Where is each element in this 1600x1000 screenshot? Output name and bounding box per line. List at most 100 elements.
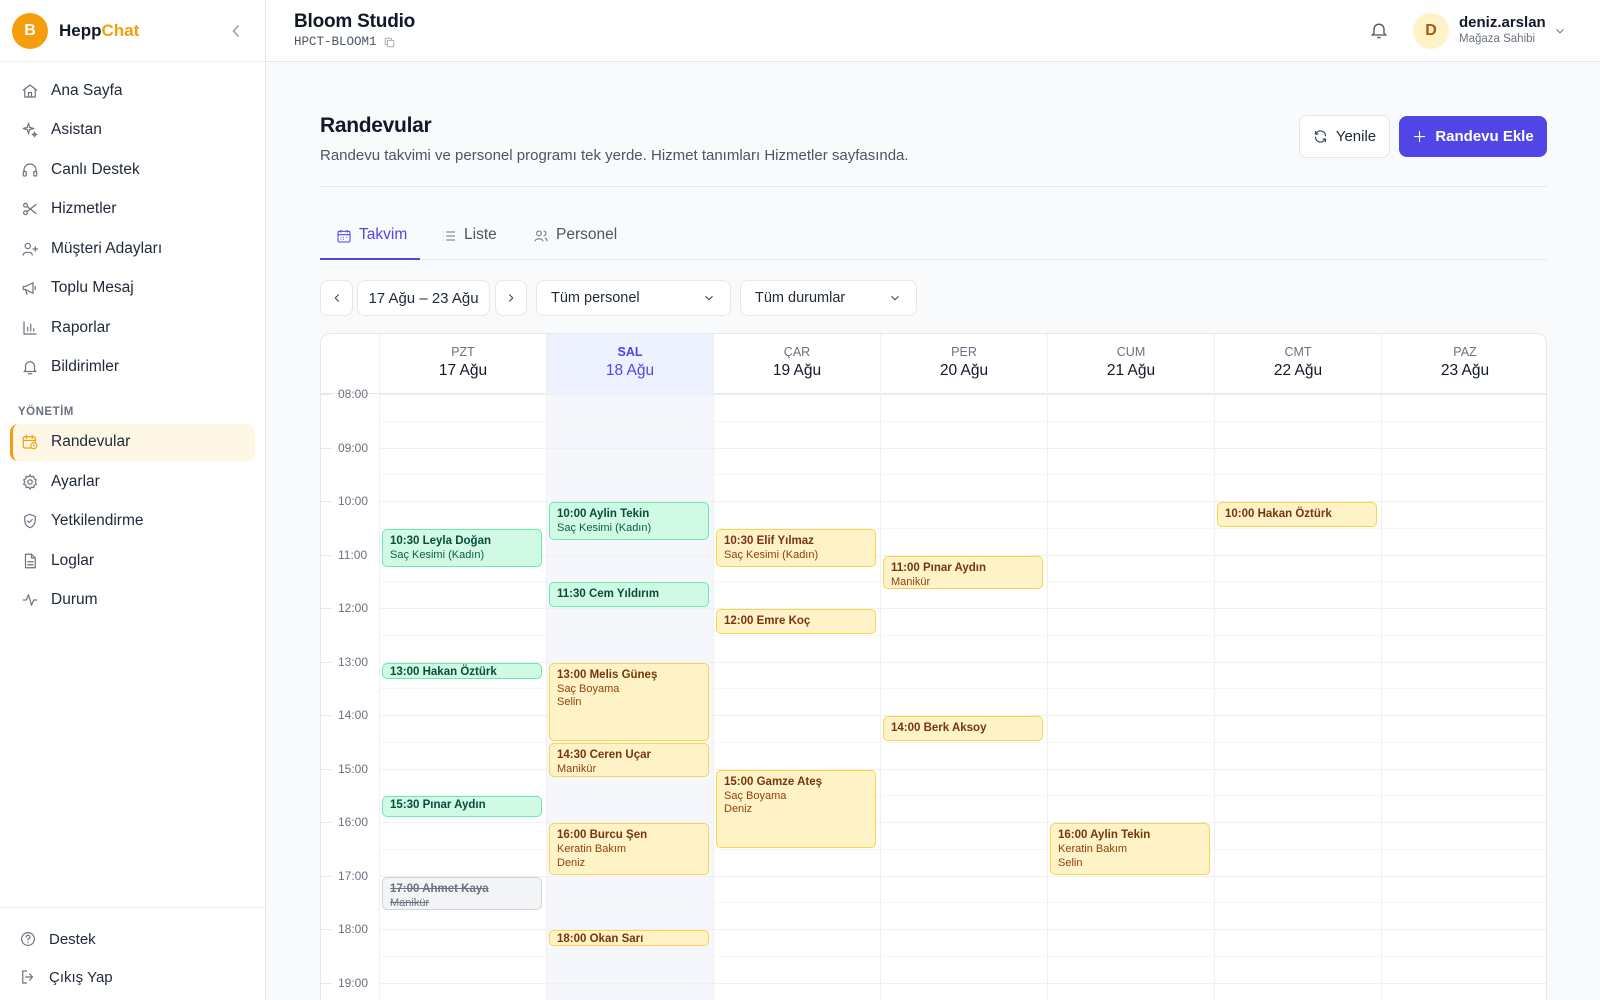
hour-tick — [321, 768, 331, 770]
sidebar-item-bildirimler[interactable]: Bildirimler — [10, 349, 255, 386]
day-header: CMT 22 Ağu — [1214, 334, 1381, 394]
appointment-card[interactable]: 14:30 Ceren Uçar Manikür — [549, 742, 709, 777]
sidebar-item-cikis-yap[interactable]: Çıkış Yap — [10, 960, 255, 994]
add-appointment-button[interactable]: Randevu Ekle — [1399, 116, 1547, 157]
status-filter-select[interactable]: Tüm durumlar — [740, 280, 917, 316]
staff-filter-value: Tüm personel — [551, 290, 640, 306]
appointment-card[interactable]: 12:00 Emre Koç — [716, 609, 876, 634]
day-column[interactable] — [1214, 394, 1381, 1000]
store-name: Bloom Studio — [294, 11, 416, 32]
day-abbr: CUM — [1116, 345, 1146, 359]
next-week-button[interactable] — [495, 280, 527, 316]
appointment-card[interactable]: 13:00 Melis Güneş Saç Boyama Selin — [549, 662, 709, 741]
day-column[interactable] — [1047, 394, 1214, 1000]
sidebar-item-destek[interactable]: Destek — [10, 922, 255, 956]
tab-liste[interactable]: Liste — [441, 222, 497, 260]
day-header: PER 20 Ağu — [880, 334, 1047, 394]
sidebar: B HeppChat Ana Sayfa Asistan Canlı Deste… — [0, 0, 266, 1000]
appointment-title: 10:30 Elif Yılmaz — [724, 534, 814, 547]
day-date: 19 Ağu — [772, 362, 822, 379]
gear-icon — [21, 473, 39, 491]
chevron-right-icon — [508, 294, 514, 302]
sidebar-item-label: Randevular — [51, 433, 131, 450]
list-icon — [443, 231, 455, 241]
sidebar-item-toplu-mesaj[interactable]: Toplu Mesaj — [10, 270, 255, 307]
calendar-icon — [337, 230, 351, 243]
appointment-card[interactable]: 16:00 Aylin Tekin Keratin Bakım Selin — [1050, 823, 1210, 875]
sidebar-item-loglar[interactable]: Loglar — [10, 542, 255, 579]
sidebar-item-ana-sayfa[interactable]: Ana Sayfa — [10, 72, 255, 109]
chevron-left-icon — [232, 25, 239, 37]
appointment-detail: Saç Kesimi (Kadın) — [724, 548, 819, 561]
sidebar-item-label: Müşteri Adayları — [51, 239, 163, 257]
collapse-sidebar-button[interactable] — [229, 22, 243, 40]
tab-takvim[interactable]: Takvim — [320, 222, 420, 260]
appointment-detail: Saç Kesimi (Kadın) — [390, 548, 485, 561]
sidebar-item-canli-destek[interactable]: Canlı Destek — [10, 151, 255, 188]
appointment-card[interactable]: 10:00 Hakan Öztürk — [1217, 502, 1377, 527]
sidebar-item-ayarlar[interactable]: Ayarlar — [10, 463, 255, 500]
appointment-card[interactable]: 11:00 Pınar Aydın Manikür — [883, 555, 1043, 590]
day-column[interactable] — [713, 394, 880, 1000]
activity-icon — [21, 591, 39, 609]
hour-tick — [321, 822, 331, 823]
appointment-card[interactable]: 18:00 Okan Sarı — [549, 930, 709, 946]
week-range-button[interactable]: 17 Ağu – 23 Ağu — [357, 280, 490, 316]
sidebar-item-yetkilendirme[interactable]: Yetkilendirme — [10, 503, 255, 540]
notifications-button[interactable] — [1369, 20, 1391, 42]
day-header: ÇAR 19 Ağu — [713, 334, 880, 394]
sidebar-item-label: Bildirimler — [51, 358, 120, 375]
avatar[interactable]: D — [1413, 13, 1449, 49]
page-title: Randevular — [320, 114, 432, 137]
appointment-card[interactable]: 10:30 Leyla Doğan Saç Kesimi (Kadın) — [382, 528, 542, 567]
copy-icon[interactable] — [383, 36, 396, 49]
appointment-card[interactable]: 14:00 Berk Aksoy — [883, 716, 1043, 741]
sidebar-item-hizmetler[interactable]: Hizmetler — [10, 191, 255, 228]
scissors-icon — [21, 200, 39, 218]
appointment-card[interactable]: 10:30 Elif Yılmaz Saç Kesimi (Kadın) — [716, 528, 876, 567]
day-column[interactable] — [880, 394, 1047, 1000]
sidebar-footer: Destek Çıkış Yap — [0, 907, 265, 1000]
home-icon — [21, 82, 39, 100]
hour-label: 18:00 — [338, 922, 369, 936]
sidebar-item-label: Yetkilendirme — [51, 512, 144, 529]
day-column[interactable] — [1381, 394, 1546, 1000]
day-header: PZT 17 Ağu — [379, 334, 546, 394]
appointment-card[interactable]: 17:00 Ahmet Kaya Manikür — [382, 876, 542, 911]
day-abbr: ÇAR — [783, 345, 811, 359]
refresh-button[interactable]: Yenile — [1299, 115, 1390, 158]
appointment-card[interactable]: 16:00 Burcu Şen Keratin Bakım Deniz — [549, 823, 709, 875]
user-role: Mağaza Sahibi — [1459, 33, 1536, 45]
sidebar-item-raporlar[interactable]: Raporlar — [10, 309, 255, 346]
appointment-card[interactable]: 11:30 Cem Yıldırım — [549, 582, 709, 607]
hour-label: 14:00 — [338, 708, 369, 722]
appointment-detail: Selin — [557, 696, 582, 709]
appointment-card[interactable]: 13:00 Hakan Öztürk — [382, 662, 542, 679]
tab-personel[interactable]: Personel — [533, 222, 617, 260]
appointment-card[interactable]: 15:30 Pınar Aydın — [382, 796, 542, 817]
staff-filter-select[interactable]: Tüm personel — [536, 280, 731, 316]
sidebar-item-durum[interactable]: Durum — [10, 582, 255, 619]
previous-week-button[interactable] — [320, 280, 353, 316]
view-tabs: Takvim Liste Personel — [320, 222, 1547, 260]
day-header: PAZ 23 Ağu — [1381, 334, 1546, 394]
hour-tick — [321, 715, 331, 716]
sidebar-item-randevular[interactable]: Randevular — [10, 423, 255, 461]
appointment-card[interactable]: 15:00 Gamze Ateş Saç Boyama Deniz — [716, 769, 876, 848]
sidebar-item-asistan[interactable]: Asistan — [10, 112, 255, 149]
appointment-title: 13:00 Melis Güneş — [557, 668, 658, 681]
hour-line — [379, 608, 1546, 609]
day-date: 17 Ağu — [438, 362, 488, 379]
plus-icon — [1414, 130, 1426, 143]
appointment-title: 16:00 Burcu Şen — [557, 829, 648, 841]
chevron-down-icon — [705, 295, 713, 301]
tab-label: Takvim — [359, 226, 408, 243]
user-menu-button[interactable] — [1553, 24, 1567, 38]
sidebar-item-musteri-adaylari[interactable]: Müşteri Adayları — [10, 230, 255, 267]
headphones-icon — [21, 161, 39, 179]
appointment-card[interactable]: 10:00 Aylin Tekin Saç Kesimi (Kadın) — [549, 502, 709, 541]
week-range-label: 17 Ağu – 23 Ağu — [368, 289, 479, 307]
sidebar-item-label: Durum — [51, 591, 98, 608]
day-abbr: PAZ — [1453, 345, 1477, 359]
user-name[interactable]: deniz.arslan — [1459, 14, 1546, 31]
